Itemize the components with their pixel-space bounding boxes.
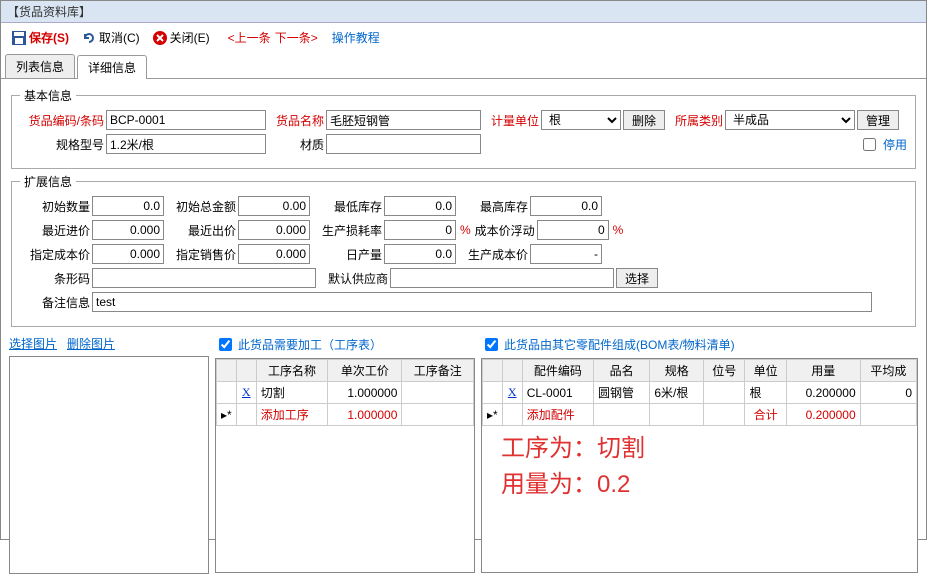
table-header-row: 工序名称 单次工价 工序备注	[217, 360, 474, 382]
daily-out-input[interactable]	[384, 244, 456, 264]
barcode-label: 条形码	[20, 270, 90, 287]
process-column: 此货品需要加工（工序表） 工序名称 单次工价 工序备注 X 切割 1.00000…	[215, 335, 475, 573]
loss-rate-input[interactable]	[384, 220, 456, 240]
next-record-link[interactable]: 下一条>	[275, 29, 318, 46]
undo-icon	[81, 30, 97, 46]
supplier-label: 默认供应商	[318, 270, 388, 287]
basic-legend: 基本信息	[20, 87, 76, 104]
loss-rate-label: 生产损耗率	[312, 222, 382, 239]
last-in-label: 最近进价	[20, 222, 90, 239]
image-preview	[9, 356, 209, 574]
init-amt-label: 初始总金额	[166, 198, 236, 215]
material-label: 材质	[268, 136, 324, 153]
name-input[interactable]	[326, 110, 481, 130]
bottom-area: 选择图片 删除图片 此货品需要加工（工序表） 工序名称 单次工价 工序备注	[1, 335, 926, 573]
delete-row-link[interactable]: X	[508, 385, 517, 399]
annotation-overlay: 工序为：切割 用量为：0.2	[501, 431, 645, 503]
delete-image-link[interactable]: 删除图片	[67, 335, 115, 352]
cost-float-input[interactable]	[537, 220, 609, 240]
table-add-row[interactable]: ▸* 添加配件 合计 0.200000	[483, 404, 917, 426]
unit-delete-button[interactable]: 删除	[623, 110, 665, 130]
choose-image-link[interactable]: 选择图片	[9, 335, 57, 352]
supplier-input[interactable]	[390, 268, 614, 288]
table-row[interactable]: X 切割 1.000000	[217, 382, 474, 404]
init-amt-input[interactable]	[238, 196, 310, 216]
last-in-input[interactable]	[92, 220, 164, 240]
spec-label: 规格型号	[20, 136, 104, 153]
close-icon	[152, 30, 168, 46]
max-stock-label: 最高库存	[458, 198, 528, 215]
last-out-label: 最近出价	[166, 222, 236, 239]
tab-detail-info[interactable]: 详细信息	[77, 55, 147, 79]
remark-label: 备注信息	[20, 294, 90, 311]
table-row[interactable]: X CL-0001 圆钢管 6米/根 根 0.200000 0	[483, 382, 917, 404]
name-label: 货品名称	[268, 112, 324, 129]
table-add-row[interactable]: ▸* 添加工序 1.000000	[217, 404, 474, 426]
tutorial-link[interactable]: 操作教程	[332, 29, 380, 46]
cost-float-label: 成本价浮动	[473, 222, 535, 239]
ext-info-group: 扩展信息 初始数量 初始总金额 最低库存 最高库存 最近进价 最近出价 生产损耗…	[11, 173, 916, 327]
window-title: 【货品资料库】	[1, 1, 926, 23]
image-column: 选择图片 删除图片	[9, 335, 209, 573]
min-stock-label: 最低库存	[312, 198, 382, 215]
percent-sign: %	[460, 223, 471, 237]
stop-use-checkbox[interactable]	[863, 138, 876, 151]
process-checkbox[interactable]	[219, 338, 232, 351]
percent-sign-2: %	[613, 223, 624, 237]
code-input[interactable]	[106, 110, 266, 130]
close-button[interactable]: 关闭(E)	[148, 27, 214, 48]
add-bom-link[interactable]: 添加配件	[527, 408, 575, 422]
unit-label: 计量单位	[483, 112, 539, 129]
tab-list-info[interactable]: 列表信息	[5, 54, 75, 78]
max-stock-input[interactable]	[530, 196, 602, 216]
barcode-input[interactable]	[92, 268, 316, 288]
category-label: 所属类别	[667, 112, 723, 129]
init-qty-label: 初始数量	[20, 198, 90, 215]
assign-sale-input[interactable]	[238, 244, 310, 264]
last-out-input[interactable]	[238, 220, 310, 240]
delete-row-link[interactable]: X	[242, 385, 251, 399]
tab-strip: 列表信息 详细信息	[1, 54, 926, 79]
code-label: 货品编码/条码	[20, 112, 104, 129]
category-select[interactable]: 半成品	[725, 110, 855, 130]
prod-cost-label: 生产成本价	[458, 246, 528, 263]
cancel-button[interactable]: 取消(C)	[77, 27, 144, 48]
bom-check[interactable]: 此货品由其它零配件组成(BOM表/物料清单)	[481, 335, 735, 354]
daily-out-label: 日产量	[312, 246, 382, 263]
spec-input[interactable]	[106, 134, 266, 154]
min-stock-input[interactable]	[384, 196, 456, 216]
basic-info-group: 基本信息 货品编码/条码 货品名称 计量单位 根 删除 所属类别 半成品 管理 …	[11, 87, 916, 169]
assign-cost-input[interactable]	[92, 244, 164, 264]
supplier-choose-button[interactable]: 选择	[616, 268, 658, 288]
category-manage-button[interactable]: 管理	[857, 110, 899, 130]
prev-record-link[interactable]: <上一条	[228, 29, 271, 46]
init-qty-input[interactable]	[92, 196, 164, 216]
prod-cost-input[interactable]	[530, 244, 602, 264]
ext-legend: 扩展信息	[20, 173, 76, 190]
remark-input[interactable]	[92, 292, 872, 312]
process-check[interactable]: 此货品需要加工（工序表）	[215, 335, 382, 354]
main-toolbar: 保存(S) 取消(C) 关闭(E) <上一条 下一条> 操作教程	[1, 23, 926, 52]
table-header-row: 配件编码 品名 规格 位号 单位 用量 平均成	[483, 360, 917, 382]
material-input[interactable]	[326, 134, 481, 154]
assign-cost-label: 指定成本价	[20, 246, 90, 263]
add-process-link[interactable]: 添加工序	[261, 408, 309, 422]
stop-use-check[interactable]: 停用	[859, 135, 907, 154]
detail-panel: 基本信息 货品编码/条码 货品名称 计量单位 根 删除 所属类别 半成品 管理 …	[1, 79, 926, 335]
process-grid[interactable]: 工序名称 单次工价 工序备注 X 切割 1.000000 ▸* 添加工序 1.0…	[215, 358, 475, 573]
bom-checkbox[interactable]	[485, 338, 498, 351]
save-button[interactable]: 保存(S)	[7, 27, 73, 48]
save-icon	[11, 30, 27, 46]
unit-select[interactable]: 根	[541, 110, 621, 130]
assign-sale-label: 指定销售价	[166, 246, 236, 263]
